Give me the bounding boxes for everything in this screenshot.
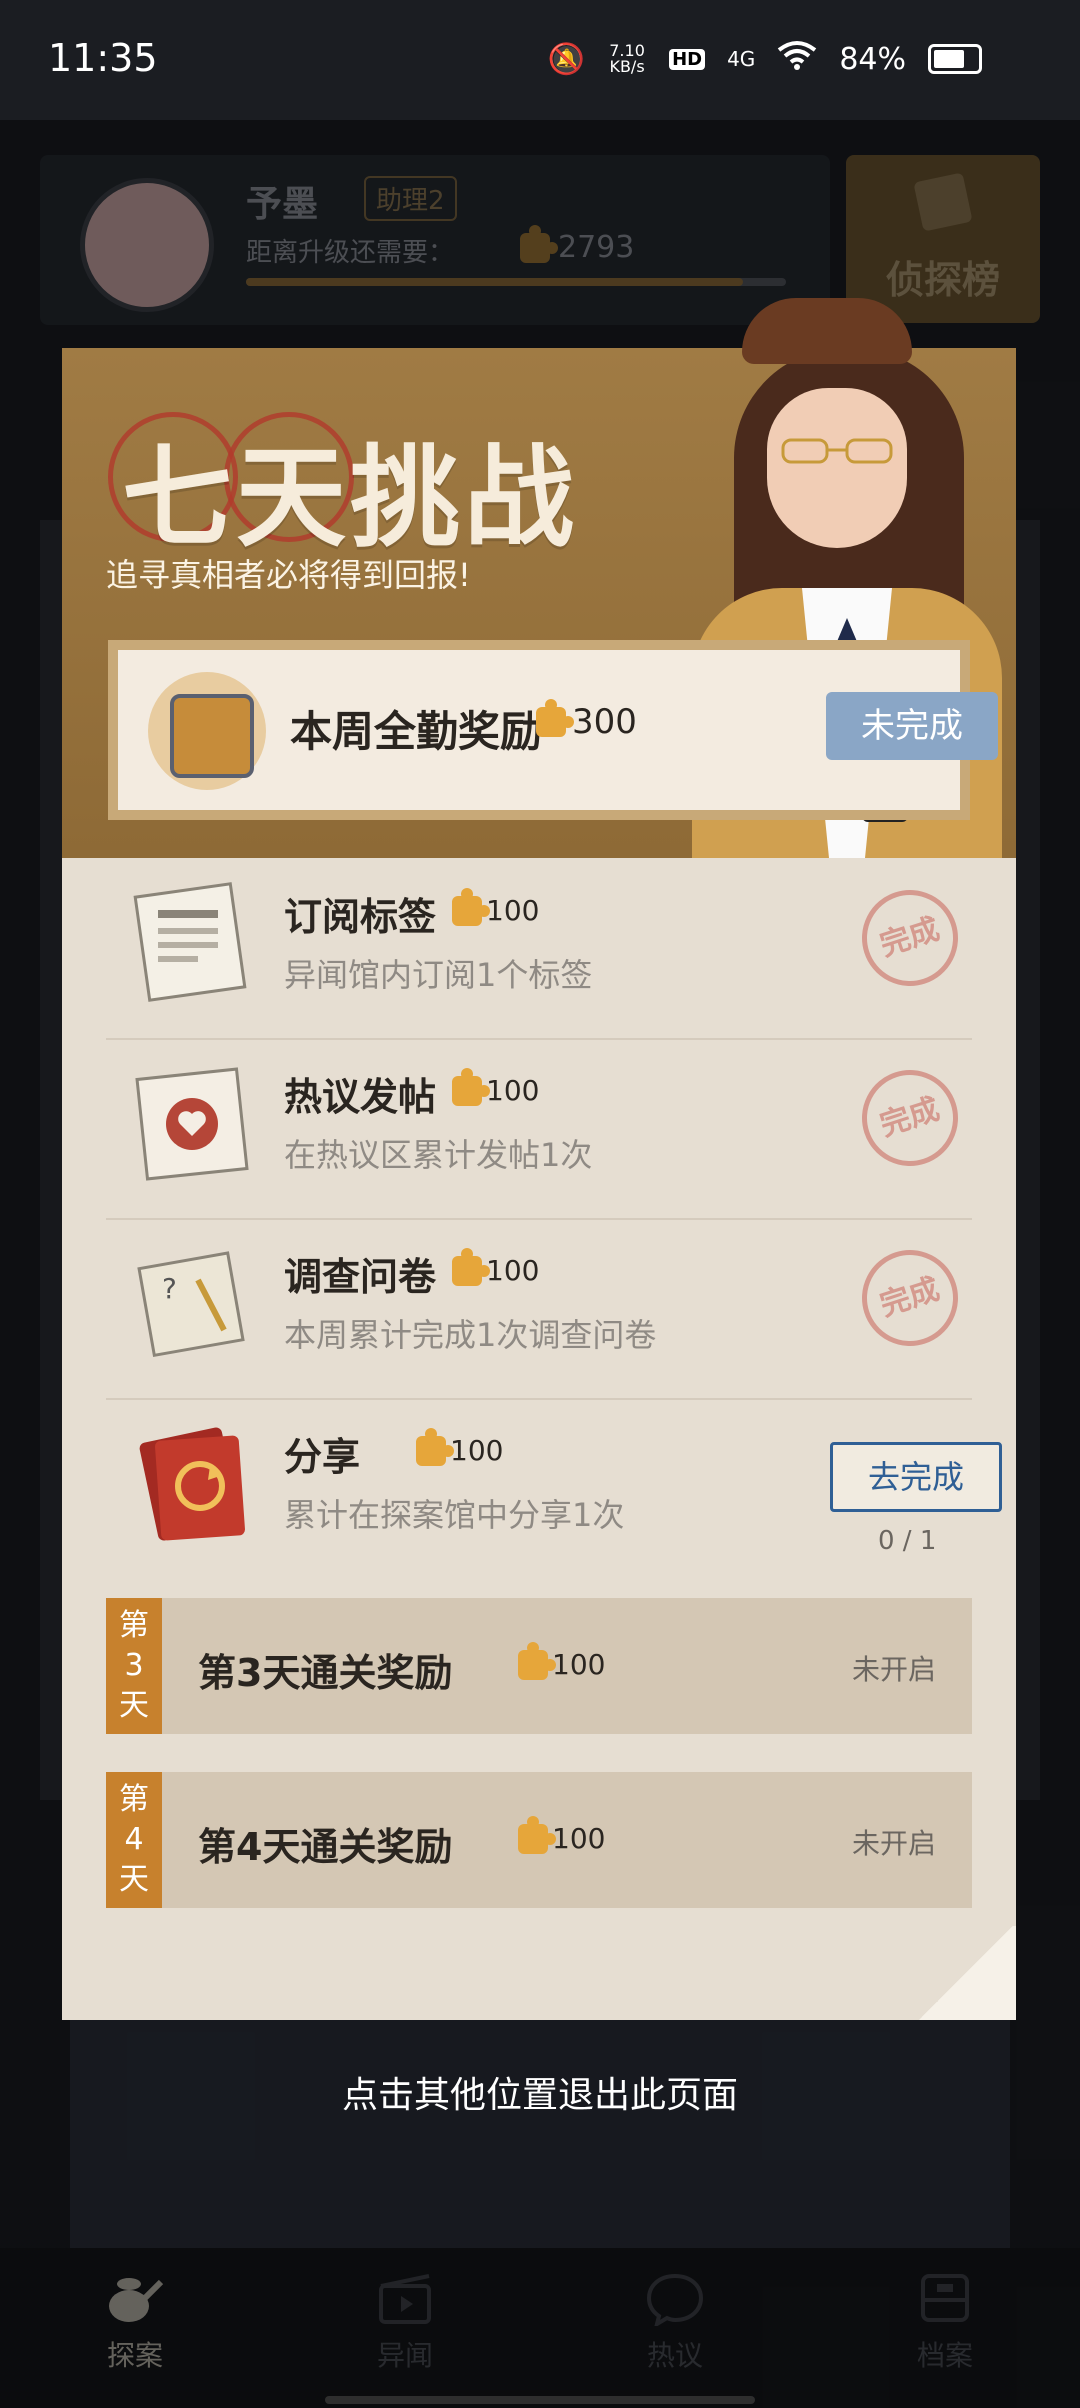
weekly-status-button[interactable]: 未完成 [826, 692, 998, 760]
status-bar: 11:35 🔕 7.10 KB/s HD 4G 84% [0, 0, 1080, 120]
status-icons: 🔕 7.10 KB/s HD 4G 84% [548, 40, 982, 78]
status-time: 11:35 [48, 36, 158, 80]
puzzle-icon [452, 887, 490, 926]
task-reward: 100 [452, 1247, 539, 1287]
day-reward-row: 第4天 第4天通关奖励 100 未开启 [106, 1772, 972, 1908]
puzzle-icon [416, 1427, 454, 1466]
puzzle-icon [452, 1247, 490, 1286]
task-title: 分享 [284, 1435, 361, 1479]
task-desc: 异闻馆内订阅1个标签 [284, 956, 593, 994]
puzzle-icon [518, 1641, 556, 1680]
svg-text:?: ? [162, 1272, 177, 1305]
task-title: 调查问卷 [284, 1255, 437, 1299]
mute-icon: 🔕 [547, 41, 586, 77]
treasure-box-icon [148, 672, 266, 790]
hd-icon: HD [669, 48, 706, 70]
task-reward: 100 [452, 887, 539, 927]
modal-subtitle: 追寻真相者必将得到回报! [106, 556, 471, 594]
exit-hint: 点击其他位置退出此页面 [341, 2075, 738, 2116]
wifi-icon [777, 40, 817, 78]
share-card-icon [128, 1420, 258, 1546]
task-title: 订阅标签 [284, 895, 437, 939]
questionnaire-icon: ? [128, 1240, 258, 1366]
box-shape [170, 694, 254, 778]
day-tag: 第3天 [106, 1598, 162, 1734]
completed-stamp: 完成 [849, 1057, 971, 1179]
task-row: 热议发帖 100 在热议区累计发帖1次 完成 [106, 1040, 972, 1220]
task-desc: 在热议区累计发帖1次 [284, 1136, 593, 1174]
signal-icon: 4G [727, 47, 756, 71]
day-status: 未开启 [852, 1827, 937, 1860]
task-title: 热议发帖 [284, 1075, 437, 1119]
weekly-reward-label: 本周全勤奖励 [290, 707, 543, 756]
go-complete-button[interactable]: 去完成 [830, 1442, 1002, 1512]
day-tag: 第4天 [106, 1772, 162, 1908]
battery-percent: 84% [839, 41, 906, 77]
character-hat [742, 298, 912, 364]
seven-day-challenge-modal: 七天挑战 追寻真相者必将得到回报! 探 本周全勤奖励 300 未完成 订阅标签 … [62, 298, 1016, 2020]
battery-icon [928, 44, 982, 74]
day-reward-row: 第3天 第3天通关奖励 100 未开启 [106, 1598, 972, 1734]
task-desc: 本周累计完成1次调查问卷 [284, 1316, 657, 1354]
puzzle-icon [518, 1815, 556, 1854]
weekly-reward-card: 本周全勤奖励 300 未完成 [108, 640, 998, 820]
task-row: 订阅标签 100 异闻馆内订阅1个标签 完成 [106, 860, 972, 1040]
day-reward-amount: 100 [518, 1815, 605, 1855]
puzzle-icon [452, 1067, 490, 1106]
page-curl-decoration [916, 1926, 1016, 2020]
newspaper-icon [128, 880, 258, 1006]
day-reward-label: 第3天通关奖励 [198, 1651, 453, 1695]
heart-letter-icon [128, 1060, 258, 1186]
modal-title: 七天挑战 [122, 433, 578, 562]
day-status: 未开启 [852, 1653, 937, 1686]
completed-stamp: 完成 [849, 877, 971, 999]
day-reward-amount: 100 [518, 1641, 605, 1681]
task-reward: 100 [416, 1427, 503, 1467]
puzzle-icon [536, 699, 574, 737]
task-reward: 100 [452, 1067, 539, 1107]
character-glasses [781, 438, 893, 464]
task-row: ? 调查问卷 100 本周累计完成1次调查问卷 完成 [106, 1220, 972, 1400]
task-desc: 累计在探案馆中分享1次 [284, 1496, 625, 1534]
task-progress: 0 / 1 [878, 1526, 937, 1556]
completed-stamp: 完成 [849, 1237, 971, 1359]
weekly-reward-inner: 本周全勤奖励 300 未完成 [118, 650, 998, 810]
task-row: 分享 100 累计在探案馆中分享1次 去完成 0 / 1 [106, 1400, 1002, 1578]
character-face [767, 388, 907, 548]
day-reward-label: 第4天通关奖励 [198, 1825, 453, 1869]
weekly-reward-amount: 300 [536, 699, 637, 742]
net-speed: 7.10 KB/s [609, 41, 645, 76]
